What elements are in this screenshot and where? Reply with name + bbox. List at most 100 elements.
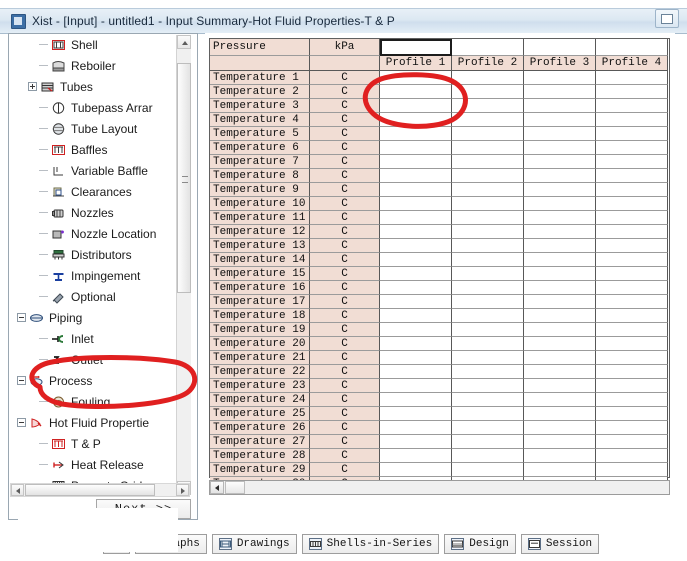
pressure-profile2-cell[interactable] [452, 39, 524, 56]
grid-horizontal-scrollbar[interactable] [209, 480, 670, 495]
data-cell[interactable] [596, 183, 668, 197]
column-header-profile-4[interactable]: Profile 4 [596, 56, 668, 71]
table-row[interactable]: Temperature 17 C [210, 295, 669, 309]
tab-drawings[interactable]: Drawings [211, 534, 297, 554]
data-cell[interactable] [380, 365, 452, 379]
temperature-pressure-grid[interactable]: Pressure kPa Profile 1 Profile 2 Profile… [209, 38, 670, 491]
data-cell[interactable] [452, 127, 524, 141]
data-cell[interactable] [596, 99, 668, 113]
data-cell[interactable] [380, 407, 452, 421]
data-cell[interactable] [524, 239, 596, 253]
data-cell[interactable] [452, 253, 524, 267]
data-cell[interactable] [596, 435, 668, 449]
column-header-profile-1[interactable]: Profile 1 [380, 56, 452, 71]
column-header-profile-2[interactable]: Profile 2 [452, 56, 524, 71]
data-cell[interactable] [452, 407, 524, 421]
table-row[interactable]: Temperature 22 C [210, 365, 669, 379]
column-header-profile-3[interactable]: Profile 3 [524, 56, 596, 71]
data-cell[interactable] [596, 365, 668, 379]
data-cell[interactable] [380, 379, 452, 393]
data-cell[interactable] [596, 281, 668, 295]
table-row[interactable]: Temperature 27 C [210, 435, 669, 449]
sidebar-item-tubes[interactable]: Tubes [9, 76, 191, 97]
data-cell[interactable] [596, 421, 668, 435]
sidebar-item-distributors[interactable]: Distributors [9, 244, 191, 265]
sidebar-item-process[interactable]: Process [9, 370, 191, 391]
data-cell[interactable] [452, 323, 524, 337]
data-cell[interactable] [524, 155, 596, 169]
scroll-right-arrow-icon[interactable] [176, 484, 189, 496]
data-cell[interactable] [380, 337, 452, 351]
data-cell[interactable] [380, 323, 452, 337]
pressure-profile3-cell[interactable] [524, 39, 596, 56]
data-cell[interactable] [596, 71, 668, 85]
data-cell[interactable] [452, 141, 524, 155]
sidebar-item-hot-fluid-propertie[interactable]: Hot Fluid Propertie [9, 412, 191, 433]
data-cell[interactable] [524, 365, 596, 379]
data-cell[interactable] [524, 449, 596, 463]
table-row[interactable]: Temperature 5C [210, 127, 669, 141]
grid-row-pressure[interactable]: Pressure kPa [210, 39, 669, 56]
data-cell[interactable] [596, 267, 668, 281]
data-cell[interactable] [380, 421, 452, 435]
sidebar-item-fouling[interactable]: Fouling [9, 391, 191, 412]
data-cell[interactable] [452, 435, 524, 449]
data-cell[interactable] [380, 267, 452, 281]
data-cell[interactable] [596, 309, 668, 323]
table-row[interactable]: Temperature 3C [210, 99, 669, 113]
data-cell[interactable] [596, 141, 668, 155]
data-cell[interactable] [380, 211, 452, 225]
data-cell[interactable] [596, 127, 668, 141]
data-cell[interactable] [452, 463, 524, 477]
tab-session[interactable]: Session [520, 534, 600, 554]
table-row[interactable]: Temperature 25 C [210, 407, 669, 421]
sidebar-item-variable-baffle[interactable]: Variable Baffle [9, 160, 191, 181]
sidebar-item-baffles[interactable]: Baffles [9, 139, 191, 160]
data-cell[interactable] [452, 337, 524, 351]
collapse-node-icon[interactable] [17, 418, 26, 427]
data-cell[interactable] [524, 127, 596, 141]
data-cell[interactable] [524, 141, 596, 155]
data-cell[interactable] [452, 155, 524, 169]
sidebar-item-outlet[interactable]: Outlet [9, 349, 191, 370]
data-cell[interactable] [452, 379, 524, 393]
data-cell[interactable] [596, 295, 668, 309]
data-cell[interactable] [380, 141, 452, 155]
collapse-node-icon[interactable] [17, 313, 26, 322]
data-cell[interactable] [380, 85, 452, 99]
data-cell[interactable] [380, 127, 452, 141]
sidebar-item-optional[interactable]: Optional [9, 286, 191, 307]
data-cell[interactable] [524, 295, 596, 309]
table-row[interactable]: Temperature 6C [210, 141, 669, 155]
data-cell[interactable] [452, 239, 524, 253]
tree-vertical-scrollbar[interactable] [176, 35, 191, 495]
data-cell[interactable] [524, 281, 596, 295]
data-cell[interactable] [524, 113, 596, 127]
data-cell[interactable] [452, 225, 524, 239]
restore-window-button[interactable] [655, 9, 679, 28]
data-cell[interactable] [380, 449, 452, 463]
data-cell[interactable] [380, 155, 452, 169]
collapse-node-icon[interactable] [17, 376, 26, 385]
table-row[interactable]: Temperature 1C [210, 71, 669, 85]
data-cell[interactable] [596, 379, 668, 393]
table-row[interactable]: Temperature 11 C [210, 211, 669, 225]
table-row[interactable]: Temperature 14 C [210, 253, 669, 267]
data-cell[interactable] [380, 71, 452, 85]
table-row[interactable]: Temperature 24 C [210, 393, 669, 407]
data-cell[interactable] [452, 393, 524, 407]
data-cell[interactable] [596, 253, 668, 267]
sidebar-item-clearances[interactable]: Clearances [9, 181, 191, 202]
data-cell[interactable] [524, 225, 596, 239]
data-cell[interactable] [524, 183, 596, 197]
data-cell[interactable] [452, 351, 524, 365]
tree-scroll-thumb[interactable] [177, 63, 191, 293]
data-cell[interactable] [524, 379, 596, 393]
data-cell[interactable] [452, 113, 524, 127]
table-row[interactable]: Temperature 21 C [210, 351, 669, 365]
sidebar-item-nozzles[interactable]: Nozzles [9, 202, 191, 223]
table-row[interactable]: Temperature 13 C [210, 239, 669, 253]
data-cell[interactable] [596, 407, 668, 421]
data-cell[interactable] [524, 99, 596, 113]
data-cell[interactable] [380, 393, 452, 407]
